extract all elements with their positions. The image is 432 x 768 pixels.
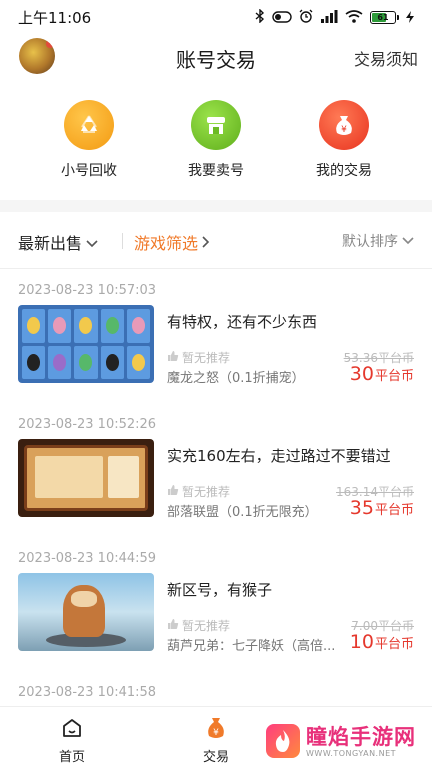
listing-item[interactable]: 2023-08-23 10:57:03 有特权，还有不少东西 暂无推荐 魔龙之怒… [0, 283, 432, 417]
listing-thumbnail[interactable] [18, 573, 154, 651]
bluetooth-icon [255, 7, 265, 27]
watermark-text: 瞳焰手游网 [306, 724, 416, 749]
charging-icon [406, 8, 414, 27]
watermark-url: WWW.TONGYAN.NET [306, 748, 397, 758]
vibrate-icon [272, 8, 292, 27]
site-watermark: 瞳焰手游网 WWW.TONGYAN.NET [266, 718, 418, 764]
shortcut-label: 我的交易 [316, 163, 372, 179]
shortcut-recycle[interactable]: 小号回收 [34, 100, 144, 180]
thumbs-up-icon [167, 350, 179, 365]
recommend-status: 暂无推荐 [167, 483, 230, 500]
listing-thumbnail[interactable] [18, 439, 154, 517]
recommend-status: 暂无推荐 [167, 617, 230, 634]
price-unit: 平台币 [374, 369, 414, 384]
price: 35 平台币 [350, 497, 414, 519]
listing-title: 实充160左右，走过路过不要错过 [167, 447, 391, 465]
listing-item[interactable]: 2023-08-23 10:41:58 [0, 685, 432, 705]
battery-icon: 61 [370, 10, 399, 24]
recommend-status: 暂无推荐 [167, 349, 230, 366]
notice-link[interactable]: 交易须知 [354, 46, 418, 70]
battery-level: 61 [377, 12, 389, 22]
shortcut-label: 我要卖号 [188, 163, 244, 179]
game-name: 部落联盟（0.1折无限充） [167, 505, 318, 520]
nav-label: 首页 [58, 750, 85, 765]
list-divider [0, 268, 432, 269]
status-time: 上午11:06 [18, 8, 92, 27]
section-divider [0, 200, 432, 212]
price-value: 30 [349, 363, 374, 385]
nav-home[interactable]: 首页 [32, 715, 112, 765]
price-value: 35 [349, 497, 374, 519]
status-bar: 上午11:06 61 [0, 0, 432, 34]
recommend-label: 暂无推荐 [182, 619, 231, 633]
latest-sale-dropdown[interactable]: 最新出售 [18, 230, 98, 254]
listing-title: 有特权，还有不少东西 [167, 313, 318, 331]
trade-icon: ¥ [176, 715, 256, 741]
nav-label: 交易 [202, 750, 229, 765]
game-name: 葫芦兄弟：七子降妖（高倍... [167, 639, 336, 654]
header: 账号交易 交易须知 [0, 36, 432, 80]
wifi-icon [345, 8, 363, 27]
chevron-right-icon [202, 233, 210, 252]
price-unit: 平台币 [374, 503, 414, 518]
game-name: 魔龙之怒（0.1折捕宠） [167, 371, 305, 386]
shortcut-row: 小号回收 我要卖号 ¥ 我的交易 [0, 100, 432, 186]
svg-text:¥: ¥ [341, 125, 347, 135]
price-unit: 平台币 [374, 637, 414, 652]
listing-time: 2023-08-23 10:44:59 [18, 551, 157, 566]
money-bag-icon: ¥ [319, 100, 369, 150]
nav-trade[interactable]: ¥ 交易 [176, 715, 256, 765]
thumbs-up-icon [167, 618, 179, 633]
price-value: 10 [349, 631, 374, 653]
shortcut-label: 小号回收 [61, 163, 117, 179]
alarm-icon [299, 8, 313, 27]
signal-icon [320, 8, 338, 27]
status-icons: 61 [255, 7, 414, 27]
latest-sale-label: 最新出售 [18, 234, 83, 253]
shop-icon [191, 100, 241, 150]
listing-time: 2023-08-23 10:57:03 [18, 283, 157, 298]
filter-separator [122, 233, 123, 249]
chevron-down-icon [402, 233, 414, 249]
flame-logo-icon [266, 724, 300, 758]
listing-item[interactable]: 2023-08-23 10:44:59 新区号，有猴子 暂无推荐 葫芦兄弟：七子… [0, 551, 432, 685]
chevron-down-icon [86, 233, 98, 252]
listing-time: 2023-08-23 10:41:58 [18, 685, 157, 700]
recommend-label: 暂无推荐 [182, 351, 231, 365]
shortcut-my-trades[interactable]: ¥ 我的交易 [289, 100, 399, 180]
sort-label: 默认排序 [342, 234, 398, 250]
price: 30 平台币 [350, 363, 414, 385]
svg-text:¥: ¥ [213, 728, 219, 738]
game-filter-label: 游戏筛选 [134, 234, 199, 253]
shortcut-sell[interactable]: 我要卖号 [161, 100, 271, 180]
sort-dropdown[interactable]: 默认排序 [342, 231, 414, 251]
listing-thumbnail[interactable] [18, 305, 154, 383]
recycle-icon [64, 100, 114, 150]
filter-bar: 最新出售 游戏筛选 默认排序 [0, 224, 432, 258]
game-filter-button[interactable]: 游戏筛选 [134, 230, 210, 254]
listing-title: 新区号，有猴子 [167, 581, 273, 599]
listing-time: 2023-08-23 10:52:26 [18, 417, 157, 432]
recommend-label: 暂无推荐 [182, 485, 231, 499]
listing-item[interactable]: 2023-08-23 10:52:26 实充160左右，走过路过不要错过 暂无推… [0, 417, 432, 551]
price: 10 平台币 [350, 631, 414, 653]
thumbs-up-icon [167, 484, 179, 499]
home-icon [32, 715, 112, 741]
